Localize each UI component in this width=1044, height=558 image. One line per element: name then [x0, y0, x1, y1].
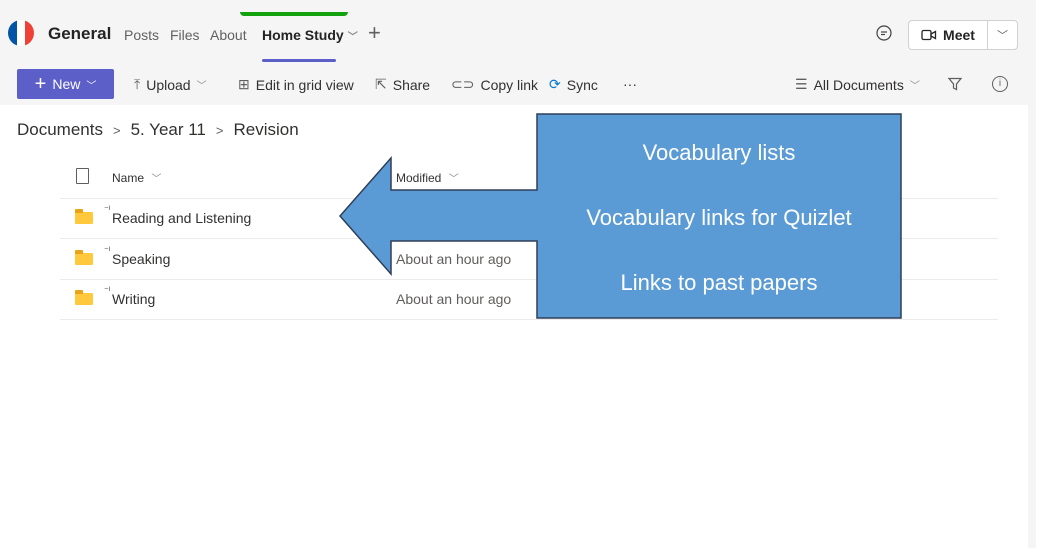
callout-line-quizlet-links: Vocabulary links for Quizlet — [586, 205, 852, 230]
app-window: General Posts Files About Home Study ﹀ + … — [0, 0, 1036, 548]
callout-line-vocabulary-lists: Vocabulary lists — [642, 140, 796, 165]
callout-line-past-papers: Links to past papers — [620, 270, 818, 295]
